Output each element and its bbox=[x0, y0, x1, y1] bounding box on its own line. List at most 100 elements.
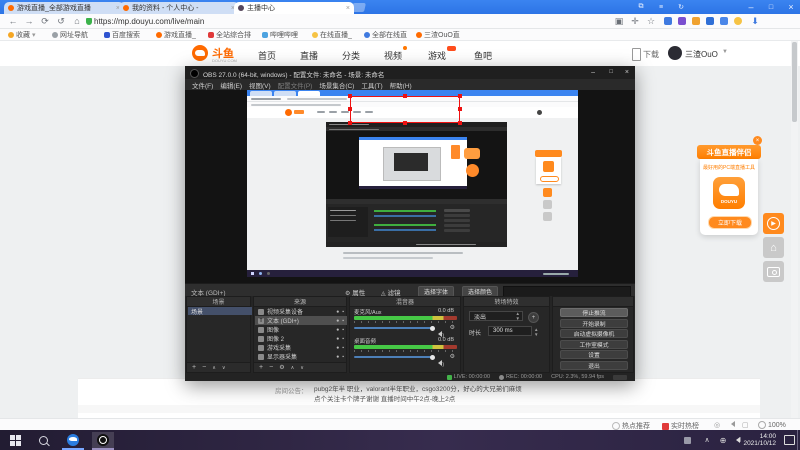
eye-icon[interactable]: ● bbox=[336, 309, 339, 315]
lock-icon[interactable]: ▪ bbox=[342, 309, 344, 315]
slider-handle[interactable] bbox=[430, 325, 435, 331]
selection-handle[interactable] bbox=[458, 94, 462, 98]
bookmark-item[interactable]: 全部在线直 bbox=[364, 30, 407, 39]
back-icon[interactable]: ← bbox=[6, 15, 20, 27]
nav-live[interactable]: 直播 bbox=[300, 49, 318, 62]
maximize-button[interactable]: □ bbox=[762, 0, 780, 14]
start-button[interactable] bbox=[4, 432, 26, 448]
download-icon[interactable]: ⬇ bbox=[748, 15, 762, 27]
transition-select[interactable]: 淡出 ▲ ▼ bbox=[469, 311, 523, 321]
lock-icon[interactable]: ▪ bbox=[342, 336, 344, 342]
taskbar-clock[interactable]: 14:00 2021/10/12 bbox=[742, 433, 776, 447]
page-scrollbar[interactable] bbox=[791, 41, 798, 418]
obs-maximize-icon[interactable]: □ bbox=[609, 69, 613, 75]
sound-icon[interactable] bbox=[728, 421, 735, 427]
nav-yuba[interactable]: 鱼吧 bbox=[474, 49, 492, 62]
taskbar-browser[interactable] bbox=[62, 432, 84, 450]
bookmark-item[interactable]: 全站综合排 bbox=[208, 30, 251, 39]
sources-header[interactable]: 来源 bbox=[254, 297, 346, 307]
scenes-header[interactable]: 场景 bbox=[187, 297, 250, 307]
eye-icon[interactable]: ● bbox=[336, 354, 339, 360]
scrollbar-thumb[interactable] bbox=[792, 42, 797, 122]
spinner-icons[interactable]: ▲ ▼ bbox=[516, 311, 520, 321]
history-icon[interactable]: ↺ bbox=[54, 15, 68, 27]
username[interactable]: 三渣OuO bbox=[685, 49, 718, 60]
nav-category[interactable]: 分类 bbox=[342, 49, 360, 62]
source-row[interactable]: 显示器采集 ● ▪ bbox=[255, 352, 347, 361]
new-tab-button[interactable] bbox=[351, 3, 366, 12]
exit-button[interactable]: 退出 bbox=[560, 360, 628, 370]
add-icon[interactable]: + bbox=[192, 364, 196, 371]
bookmark-item[interactable]: 百度搜索 bbox=[104, 30, 140, 39]
douyu-logo-icon[interactable] bbox=[192, 45, 208, 61]
menu-icon[interactable]: ≡ bbox=[652, 0, 670, 14]
lock-icon[interactable]: ▪ bbox=[342, 327, 344, 333]
taskbar-obs[interactable] bbox=[92, 432, 114, 450]
nav-game[interactable]: 游戏 bbox=[428, 49, 446, 62]
selection-handle[interactable] bbox=[348, 121, 352, 125]
source-row[interactable]: 游戏采集 ● ▪ bbox=[255, 343, 347, 352]
mixer-header[interactable]: 混音器 bbox=[350, 297, 460, 307]
slider-handle[interactable] bbox=[430, 354, 435, 360]
gear-icon[interactable]: ⚙ bbox=[450, 353, 455, 360]
extension-icon-3[interactable] bbox=[692, 17, 700, 25]
browser-tab-3-active[interactable]: 主播中心 × bbox=[234, 2, 354, 14]
lock-icon[interactable]: ▪ bbox=[342, 354, 344, 360]
gear-icon[interactable]: ⚙ bbox=[279, 364, 284, 371]
video-quick-button[interactable]: ▶ bbox=[763, 213, 784, 234]
eye-icon[interactable]: ● bbox=[336, 327, 339, 333]
volume-slider[interactable] bbox=[354, 356, 434, 358]
address-bar[interactable]: https://mp.douyu.com/live/main bbox=[94, 17, 204, 26]
refresh-icon[interactable]: ⟳ bbox=[38, 15, 52, 27]
bookmark-item[interactable]: 游戏直播_ bbox=[156, 30, 196, 39]
selection-handle[interactable] bbox=[403, 94, 407, 98]
extension-icon-2[interactable] bbox=[678, 17, 686, 25]
obs-preview-canvas[interactable] bbox=[185, 90, 635, 283]
move-up-icon[interactable]: ∧ bbox=[291, 365, 295, 371]
bookmark-favorites[interactable]: 收藏 ▾ bbox=[8, 30, 36, 39]
duration-input[interactable]: 300 ms bbox=[488, 326, 532, 336]
source-row[interactable]: 视频采集设备 ● ▪ bbox=[255, 307, 347, 316]
selection-handle[interactable] bbox=[348, 107, 352, 111]
move-down-icon[interactable]: ∨ bbox=[300, 365, 304, 371]
gear-icon[interactable]: ⚙ bbox=[450, 324, 455, 331]
settings-button[interactable]: 设置 bbox=[560, 350, 628, 359]
bookmark-item[interactable]: 哔哩哔哩 bbox=[262, 30, 298, 39]
selection-handle[interactable] bbox=[458, 107, 462, 111]
home-quick-button[interactable]: ⌂ bbox=[763, 237, 784, 258]
selection-handle[interactable] bbox=[403, 121, 407, 125]
selection-handle[interactable] bbox=[458, 121, 462, 125]
camera-quick-button[interactable] bbox=[763, 261, 784, 282]
remove-icon[interactable]: − bbox=[269, 364, 273, 371]
restore-tab-icon[interactable]: ↻ bbox=[672, 0, 690, 14]
studio-mode-button[interactable]: 工作室模式 bbox=[560, 339, 628, 349]
volume-slider[interactable] bbox=[354, 327, 434, 329]
chevron-down-icon[interactable]: ▼ bbox=[722, 49, 728, 55]
zoom-level[interactable]: 100% bbox=[758, 421, 786, 429]
extension-icon-4[interactable] bbox=[706, 17, 714, 25]
virtual-camera-button[interactable]: 启动虚拟摄像机 bbox=[560, 329, 628, 338]
menu-help[interactable]: 帮助(H) bbox=[390, 80, 412, 90]
duration-spinner[interactable]: ▲ ▼ bbox=[534, 327, 538, 337]
bookmark-item[interactable]: 在线直播_ bbox=[312, 30, 352, 39]
obs-close-icon[interactable]: × bbox=[625, 69, 629, 76]
transitions-header[interactable]: 转场特效 bbox=[464, 297, 549, 307]
start-recording-button[interactable]: 开始录制 bbox=[560, 318, 628, 328]
extension-icon-5[interactable] bbox=[720, 17, 728, 25]
add-transition-button[interactable]: + bbox=[528, 312, 539, 323]
extension-icon-6[interactable] bbox=[734, 17, 742, 25]
menu-edit[interactable]: 编辑(E) bbox=[220, 80, 242, 90]
add-bookmark-icon[interactable]: ✛ bbox=[628, 15, 642, 27]
bookmark-item[interactable]: 网址导航 bbox=[52, 30, 88, 39]
close-button[interactable]: × bbox=[782, 0, 800, 14]
stop-streaming-button[interactable]: 停止推流 bbox=[560, 308, 628, 317]
show-desktop-sliver[interactable] bbox=[797, 430, 798, 450]
selection-handle[interactable] bbox=[348, 94, 352, 98]
source-row-selected[interactable]: T 文本 (GDI+) ● ▪ bbox=[255, 316, 347, 325]
tray-app-icon[interactable] bbox=[676, 432, 698, 448]
tab-tools-icon[interactable]: ⧉ bbox=[632, 0, 650, 14]
extension-icon-1[interactable] bbox=[664, 17, 672, 25]
eye-icon[interactable]: ● bbox=[336, 336, 339, 342]
speaker-icon[interactable]: ) bbox=[435, 353, 444, 371]
remove-icon[interactable]: − bbox=[202, 364, 206, 371]
